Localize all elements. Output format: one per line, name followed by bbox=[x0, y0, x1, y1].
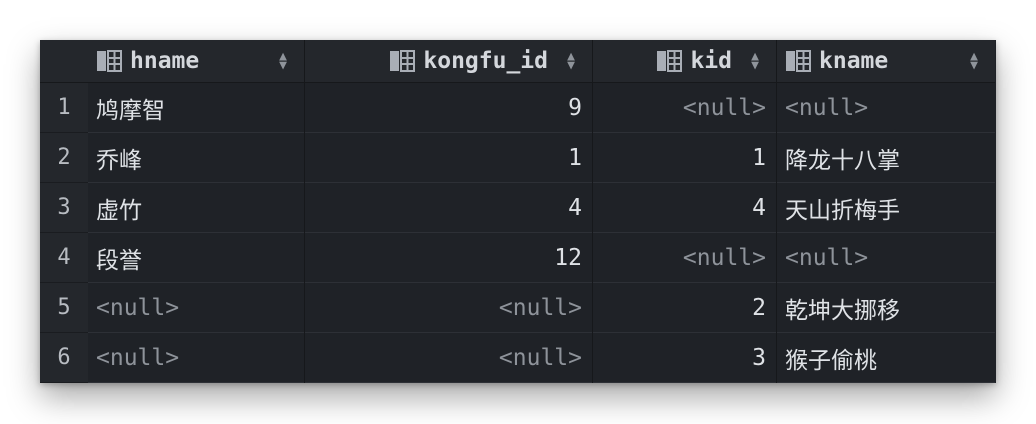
sort-arrows-icon[interactable]: ▲ ▼ bbox=[967, 50, 981, 72]
cell-kname[interactable]: <null> bbox=[777, 233, 995, 283]
cell-kid[interactable]: <null> bbox=[593, 233, 776, 283]
cell-kid[interactable]: 1 bbox=[593, 133, 776, 183]
result-grid-window: hname ▲ ▼ kongfu_id ▲ ▼ kid ▲ ▼ kname ▲ ▼ bbox=[40, 40, 996, 383]
cell-hname[interactable]: 段誉 bbox=[88, 233, 304, 283]
cell-kname[interactable]: 乾坤大挪移 bbox=[777, 283, 995, 333]
cell-kongfu-id[interactable]: <null> bbox=[305, 283, 592, 333]
cell-kname[interactable]: 降龙十八掌 bbox=[777, 133, 995, 183]
table-column-icon bbox=[656, 49, 683, 73]
cell-kid[interactable]: 2 bbox=[593, 283, 776, 333]
cell-hname[interactable]: <null> bbox=[88, 283, 304, 333]
cell-kid[interactable]: 3 bbox=[593, 333, 776, 383]
sort-arrows-icon[interactable]: ▲ ▼ bbox=[564, 50, 578, 72]
cell-kongfu-id[interactable]: 4 bbox=[305, 183, 592, 233]
table-column-icon bbox=[389, 49, 416, 73]
cell-kongfu-id[interactable]: 1 bbox=[305, 133, 592, 183]
sort-arrows-icon[interactable]: ▲ ▼ bbox=[748, 50, 762, 72]
cell-hname[interactable]: 乔峰 bbox=[88, 133, 304, 183]
row-number[interactable]: 6 bbox=[40, 333, 88, 383]
cell-kname[interactable]: <null> bbox=[777, 83, 995, 133]
column-header-kid[interactable]: kid ▲ ▼ bbox=[593, 40, 776, 83]
cell-kongfu-id[interactable]: <null> bbox=[305, 333, 592, 383]
cell-hname[interactable]: 虚竹 bbox=[88, 183, 304, 233]
table-column-icon bbox=[785, 49, 811, 73]
column-name-kongfu-id: kongfu_id bbox=[423, 48, 548, 74]
cell-hname[interactable]: <null> bbox=[88, 333, 304, 383]
row-number[interactable]: 1 bbox=[40, 83, 88, 133]
cell-hname[interactable]: 鸠摩智 bbox=[88, 83, 304, 133]
table-column-icon bbox=[96, 49, 122, 73]
column-header-kname[interactable]: kname ▲ ▼ bbox=[777, 40, 995, 83]
column-header-hname[interactable]: hname ▲ ▼ bbox=[88, 40, 304, 83]
row-number[interactable]: 3 bbox=[40, 183, 88, 233]
row-number-header bbox=[40, 40, 88, 83]
cell-kid[interactable]: <null> bbox=[593, 83, 776, 133]
cell-kid[interactable]: 4 bbox=[593, 183, 776, 233]
column-name-kid: kid bbox=[690, 48, 732, 74]
column-name-hname: hname bbox=[130, 48, 200, 74]
sort-arrows-icon[interactable]: ▲ ▼ bbox=[276, 50, 290, 72]
column-header-kongfu-id[interactable]: kongfu_id ▲ ▼ bbox=[305, 40, 592, 83]
cell-kongfu-id[interactable]: 9 bbox=[305, 83, 592, 133]
column-name-kname: kname bbox=[819, 48, 889, 74]
row-number[interactable]: 5 bbox=[40, 283, 88, 333]
cell-kname[interactable]: 猴子偷桃 bbox=[777, 333, 995, 383]
cell-kname[interactable]: 天山折梅手 bbox=[777, 183, 995, 233]
cell-kongfu-id[interactable]: 12 bbox=[305, 233, 592, 283]
row-number[interactable]: 2 bbox=[40, 133, 88, 183]
result-table: hname ▲ ▼ kongfu_id ▲ ▼ kid ▲ ▼ kname ▲ ▼ bbox=[40, 40, 995, 383]
row-number[interactable]: 4 bbox=[40, 233, 88, 283]
